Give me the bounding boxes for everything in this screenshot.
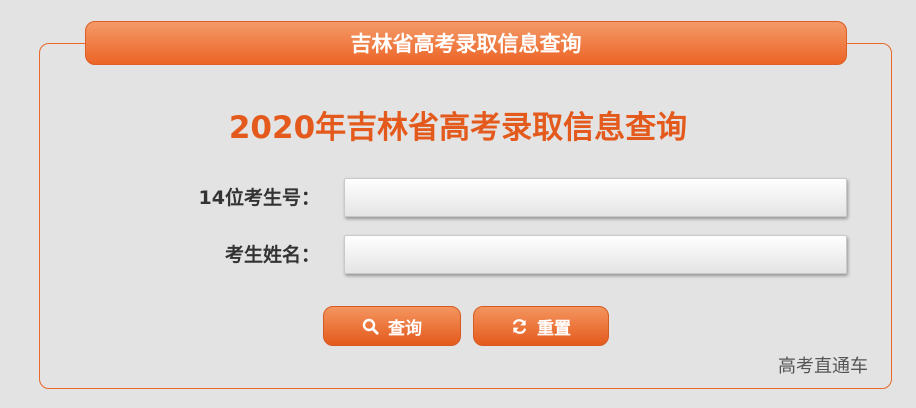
page-title: 2020年吉林省高考录取信息查询 bbox=[228, 110, 688, 146]
refresh-icon bbox=[511, 318, 528, 335]
exam-number-input[interactable] bbox=[344, 178, 847, 217]
exam-number-label: 14位考生号： bbox=[198, 187, 320, 209]
name-input[interactable] bbox=[344, 235, 847, 274]
query-button[interactable]: 查询 bbox=[323, 306, 461, 346]
name-label: 考生姓名： bbox=[224, 244, 320, 266]
search-icon bbox=[362, 318, 379, 335]
panel-header-title: 吉林省高考录取信息查询 bbox=[350, 32, 582, 56]
watermark: 高考直通车 bbox=[778, 356, 868, 377]
panel-header: 吉林省高考录取信息查询 bbox=[85, 21, 847, 65]
query-button-label: 查询 bbox=[388, 318, 422, 339]
reset-button[interactable]: 重置 bbox=[473, 306, 609, 346]
reset-button-label: 重置 bbox=[537, 318, 571, 339]
